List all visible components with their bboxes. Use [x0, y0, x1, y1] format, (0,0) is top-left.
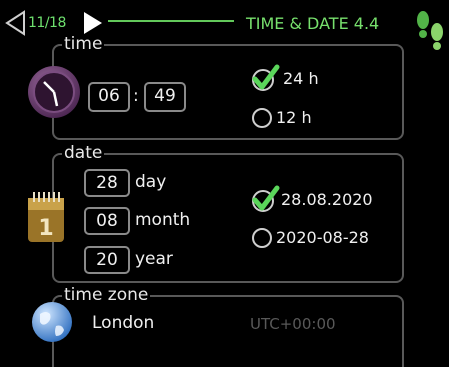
calendar-icon: 1 — [28, 192, 64, 242]
time-zone-offset: UTC+00:00 — [250, 315, 336, 333]
header-divider — [108, 20, 234, 22]
forward-arrow-icon[interactable] — [82, 10, 104, 36]
format-12h-option[interactable]: 12 h — [276, 108, 312, 127]
clock-icon — [28, 66, 80, 118]
svg-text:1: 1 — [38, 216, 53, 241]
page-title: TIME & DATE 4.4 — [246, 14, 380, 33]
minute-field[interactable]: 49 — [144, 82, 186, 112]
globe-icon — [32, 302, 72, 342]
footprints-icon[interactable] — [414, 7, 446, 55]
check-icon[interactable] — [250, 184, 280, 214]
date-format-dmy-option[interactable]: 28.08.2020 — [281, 190, 373, 209]
hour-field[interactable]: 06 — [88, 82, 130, 112]
check-icon[interactable] — [250, 63, 280, 93]
time-separator: : — [133, 86, 139, 106]
year-unit-label: year — [135, 249, 173, 269]
day-field[interactable]: 28 — [84, 169, 130, 197]
format-24h-option[interactable]: 24 h — [283, 69, 319, 88]
date-format-iso-option[interactable]: 2020-08-28 — [276, 228, 369, 247]
back-arrow-icon[interactable] — [4, 10, 26, 36]
month-unit-label: month — [135, 210, 191, 230]
day-unit-label: day — [135, 172, 167, 192]
month-field[interactable]: 08 — [84, 207, 130, 235]
radio-icon[interactable] — [252, 108, 272, 128]
time-zone-city[interactable]: London — [92, 313, 154, 333]
year-field[interactable]: 20 — [84, 246, 130, 274]
time-section-label: time — [62, 34, 105, 54]
page-indicator: 11/18 — [28, 15, 66, 31]
time-zone-section-label: time zone — [62, 285, 151, 305]
radio-icon[interactable] — [252, 228, 272, 248]
date-section-label: date — [62, 143, 105, 163]
